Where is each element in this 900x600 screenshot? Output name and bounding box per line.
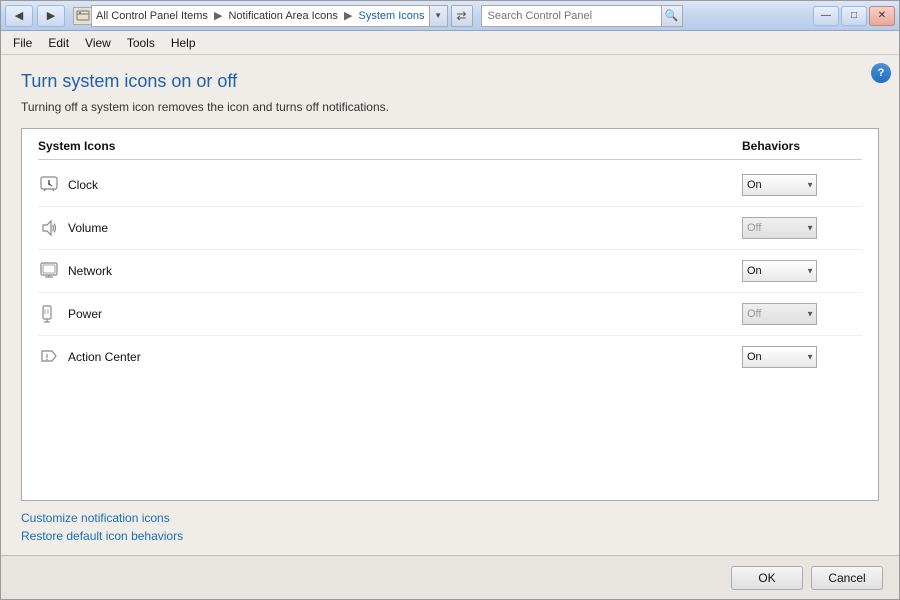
table-row: Volume On Off ▼ bbox=[38, 207, 862, 250]
network-icon bbox=[38, 260, 60, 282]
breadcrumb: System Icons All Control Panel Items ▶ N… bbox=[96, 9, 425, 22]
icon-cell-network: Network bbox=[38, 260, 742, 282]
volume-icon bbox=[38, 217, 60, 239]
table-header: System Icons Behaviors bbox=[38, 139, 862, 160]
maximize-button[interactable]: □ bbox=[841, 6, 867, 26]
search-area: 🔍 bbox=[481, 5, 683, 27]
bottom-bar: OK Cancel bbox=[1, 555, 899, 599]
behavior-cell-power: On Off ▼ bbox=[742, 303, 862, 325]
back-button[interactable]: ◀ bbox=[5, 5, 33, 27]
table-row: Clock On Off ▼ bbox=[38, 164, 862, 207]
col-header-icons: System Icons bbox=[38, 139, 742, 153]
footer-links: Customize notification icons Restore def… bbox=[21, 511, 879, 543]
action-center-behavior-select[interactable]: On Off bbox=[742, 346, 817, 368]
customize-notification-icons-link[interactable]: Customize notification icons bbox=[21, 511, 879, 525]
menu-edit[interactable]: Edit bbox=[40, 34, 77, 52]
icon-name-clock: Clock bbox=[68, 178, 98, 192]
menu-help[interactable]: Help bbox=[163, 34, 204, 52]
titlebar-controls: — □ ✕ bbox=[813, 6, 895, 26]
page-title: Turn system icons on or off bbox=[21, 71, 879, 92]
search-button[interactable]: 🔍 bbox=[661, 5, 683, 27]
behavior-cell-volume: On Off ▼ bbox=[742, 217, 862, 239]
icon-name-volume: Volume bbox=[68, 221, 108, 235]
behavior-cell-network: On Off ▼ bbox=[742, 260, 862, 282]
address-bar: System Icons All Control Panel Items ▶ N… bbox=[73, 5, 473, 27]
menubar: File Edit View Tools Help bbox=[1, 31, 899, 55]
address-icon bbox=[73, 7, 91, 25]
clock-behavior-select[interactable]: On Off bbox=[742, 174, 817, 196]
cancel-button[interactable]: Cancel bbox=[811, 566, 883, 590]
content: ? Turn system icons on or off Turning of… bbox=[1, 55, 899, 555]
titlebar: ◀ ▶ System Icons All Control Panel Items… bbox=[1, 1, 899, 31]
icon-cell-volume: Volume bbox=[38, 217, 742, 239]
volume-select-wrapper: On Off ▼ bbox=[742, 217, 817, 239]
icon-cell-power: Power bbox=[38, 303, 742, 325]
minimize-button[interactable]: — bbox=[813, 6, 839, 26]
network-behavior-select[interactable]: On Off bbox=[742, 260, 817, 282]
icon-name-network: Network bbox=[68, 264, 112, 278]
clock-icon bbox=[38, 174, 60, 196]
power-icon bbox=[38, 303, 60, 325]
page-subtitle: Turning off a system icon removes the ic… bbox=[21, 100, 879, 114]
clock-select-wrapper: On Off ▼ bbox=[742, 174, 817, 196]
table-inner: System Icons Behaviors bbox=[22, 129, 878, 388]
titlebar-left: ◀ ▶ System Icons All Control Panel Items… bbox=[5, 5, 683, 27]
behavior-cell-clock: On Off ▼ bbox=[742, 174, 862, 196]
ok-button[interactable]: OK bbox=[731, 566, 803, 590]
menu-view[interactable]: View bbox=[77, 34, 119, 52]
icon-cell-action-center: Action Center bbox=[38, 346, 742, 368]
window: ◀ ▶ System Icons All Control Panel Items… bbox=[0, 0, 900, 600]
address-dropdown-button[interactable]: ▼ bbox=[430, 5, 448, 27]
table-row: Network On Off ▼ bbox=[38, 250, 862, 293]
search-input[interactable] bbox=[481, 5, 661, 27]
menu-file[interactable]: File bbox=[5, 34, 40, 52]
address-field[interactable]: System Icons All Control Panel Items ▶ N… bbox=[91, 5, 430, 27]
action-center-icon bbox=[38, 346, 60, 368]
help-button[interactable]: ? bbox=[871, 63, 891, 83]
behavior-cell-action-center: On Off ▼ bbox=[742, 346, 862, 368]
power-select-wrapper: On Off ▼ bbox=[742, 303, 817, 325]
table-row: Power On Off ▼ bbox=[38, 293, 862, 336]
menu-tools[interactable]: Tools bbox=[119, 34, 163, 52]
forward-button[interactable]: ▶ bbox=[37, 5, 65, 27]
restore-default-icon-behaviors-link[interactable]: Restore default icon behaviors bbox=[21, 529, 879, 543]
volume-behavior-select[interactable]: On Off bbox=[742, 217, 817, 239]
table-row: Action Center On Off ▼ bbox=[38, 336, 862, 378]
action-center-select-wrapper: On Off ▼ bbox=[742, 346, 817, 368]
network-select-wrapper: On Off ▼ bbox=[742, 260, 817, 282]
power-behavior-select[interactable]: On Off bbox=[742, 303, 817, 325]
close-button[interactable]: ✕ bbox=[869, 6, 895, 26]
icon-cell-clock: Clock bbox=[38, 174, 742, 196]
icon-name-action-center: Action Center bbox=[68, 350, 141, 364]
icon-name-power: Power bbox=[68, 307, 102, 321]
col-header-behaviors: Behaviors bbox=[742, 139, 862, 153]
refresh-button[interactable]: ⇄ bbox=[451, 5, 473, 27]
icons-table-panel: System Icons Behaviors bbox=[21, 128, 879, 501]
